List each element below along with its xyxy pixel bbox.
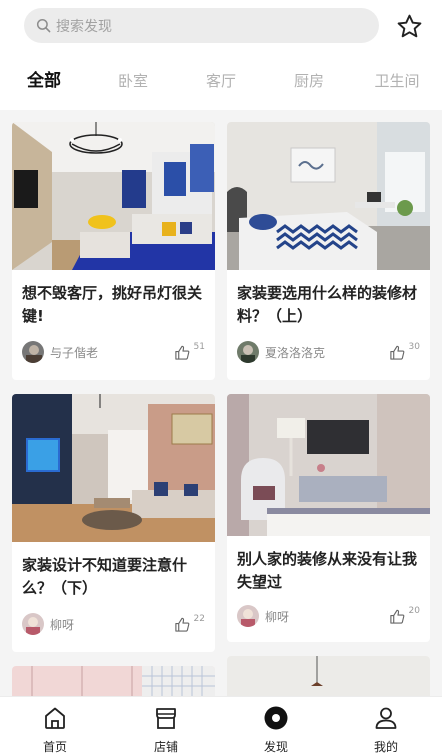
article-title: 想不毁客厅，挑好吊灯很关键! — [22, 284, 203, 325]
thumbs-up-icon — [389, 609, 404, 624]
like-count: 20 — [408, 606, 420, 616]
article-meta: 与子偕老 51 — [22, 340, 205, 364]
article-title: 家装设计不知道要注意什么？（下） — [22, 556, 188, 597]
nav-store-label: 店铺 — [153, 740, 178, 754]
discover-icon — [264, 706, 288, 730]
avatar[interactable] — [22, 613, 44, 635]
tab-living-room[interactable]: 客厅 — [186, 68, 256, 94]
search-bar[interactable]: 搜索发现 — [24, 8, 379, 43]
nav-profile[interactable]: 我的 — [346, 697, 426, 756]
article-card[interactable] — [227, 656, 430, 696]
nav-profile-label: 我的 — [373, 740, 398, 754]
tab-bedroom[interactable]: 卧室 — [98, 68, 168, 94]
nav-discover-label: 发现 — [263, 740, 288, 754]
store-icon — [156, 708, 176, 729]
article-meta: 夏洛洛洛克 30 — [237, 340, 420, 364]
star-icon — [397, 14, 421, 37]
article-meta: 柳呀 22 — [22, 612, 205, 636]
like-button[interactable]: 20 — [389, 606, 420, 625]
profile-icon — [375, 707, 397, 729]
author-name[interactable]: 夏洛洛洛克 — [265, 344, 389, 361]
tab-bathroom[interactable]: 卫生间 — [362, 68, 432, 94]
author-name[interactable]: 柳呀 — [265, 608, 389, 625]
article-card[interactable]: 家装设计不知道要注意什么？（下） 柳呀 22 — [12, 394, 215, 652]
article-card[interactable]: 家装要选用什么样的装修材料？（上） 夏洛洛洛克 30 — [227, 122, 430, 380]
bedroom-armchair-photo — [227, 394, 430, 536]
thumbs-up-icon — [174, 345, 189, 360]
like-count: 51 — [193, 342, 205, 352]
tab-all[interactable]: 全部 — [9, 68, 79, 94]
bottom-navigation: 首页 店铺 发现 我的 — [0, 696, 442, 756]
favorite-button[interactable] — [394, 11, 424, 41]
author-name[interactable]: 柳呀 — [50, 616, 174, 633]
nav-home[interactable]: 首页 — [15, 697, 95, 756]
living-room-tv-photo — [12, 394, 215, 542]
article-feed: 想不毁客厅，挑好吊灯很关键! 与子偕老 51 家装要选用什么样的装修材料？（上）… — [0, 110, 442, 696]
thumbs-up-icon — [389, 345, 404, 360]
avatar[interactable] — [237, 605, 259, 627]
top-bar: 搜索发现 全部 卧室 客厅 厨房 卫生间 — [0, 0, 442, 110]
article-card[interactable]: 想不毁客厅，挑好吊灯很关键! 与子偕老 51 — [12, 122, 215, 380]
avatar[interactable] — [237, 341, 259, 363]
search-placeholder: 搜索发现 — [56, 18, 112, 35]
thumbs-up-icon — [174, 617, 189, 632]
nav-discover[interactable]: 发现 — [236, 697, 316, 756]
bedroom-photo — [227, 122, 430, 270]
nav-store[interactable]: 店铺 — [126, 697, 206, 756]
article-title: 家装要选用什么样的装修材料？（上） — [237, 284, 418, 325]
article-card[interactable] — [12, 666, 215, 696]
tab-kitchen[interactable]: 厨房 — [274, 68, 344, 94]
home-icon — [45, 707, 65, 729]
pink-wall-photo — [12, 666, 215, 696]
like-button[interactable]: 30 — [389, 342, 420, 361]
article-title: 别人家的装修从来没有让我失望过 — [237, 550, 418, 591]
nav-home-label: 首页 — [42, 740, 67, 754]
room-photo — [227, 656, 430, 696]
living-room-chandelier-photo — [12, 122, 215, 270]
article-card[interactable]: 别人家的装修从来没有让我失望过 柳呀 20 — [227, 394, 430, 642]
avatar[interactable] — [22, 341, 44, 363]
search-icon — [36, 18, 51, 33]
like-count: 22 — [193, 614, 205, 624]
like-button[interactable]: 22 — [174, 614, 205, 633]
author-name[interactable]: 与子偕老 — [50, 344, 174, 361]
like-button[interactable]: 51 — [174, 342, 205, 361]
category-tabs: 全部 卧室 客厅 厨房 卫生间 — [0, 68, 442, 96]
article-meta: 柳呀 20 — [237, 604, 420, 628]
like-count: 30 — [408, 342, 420, 352]
